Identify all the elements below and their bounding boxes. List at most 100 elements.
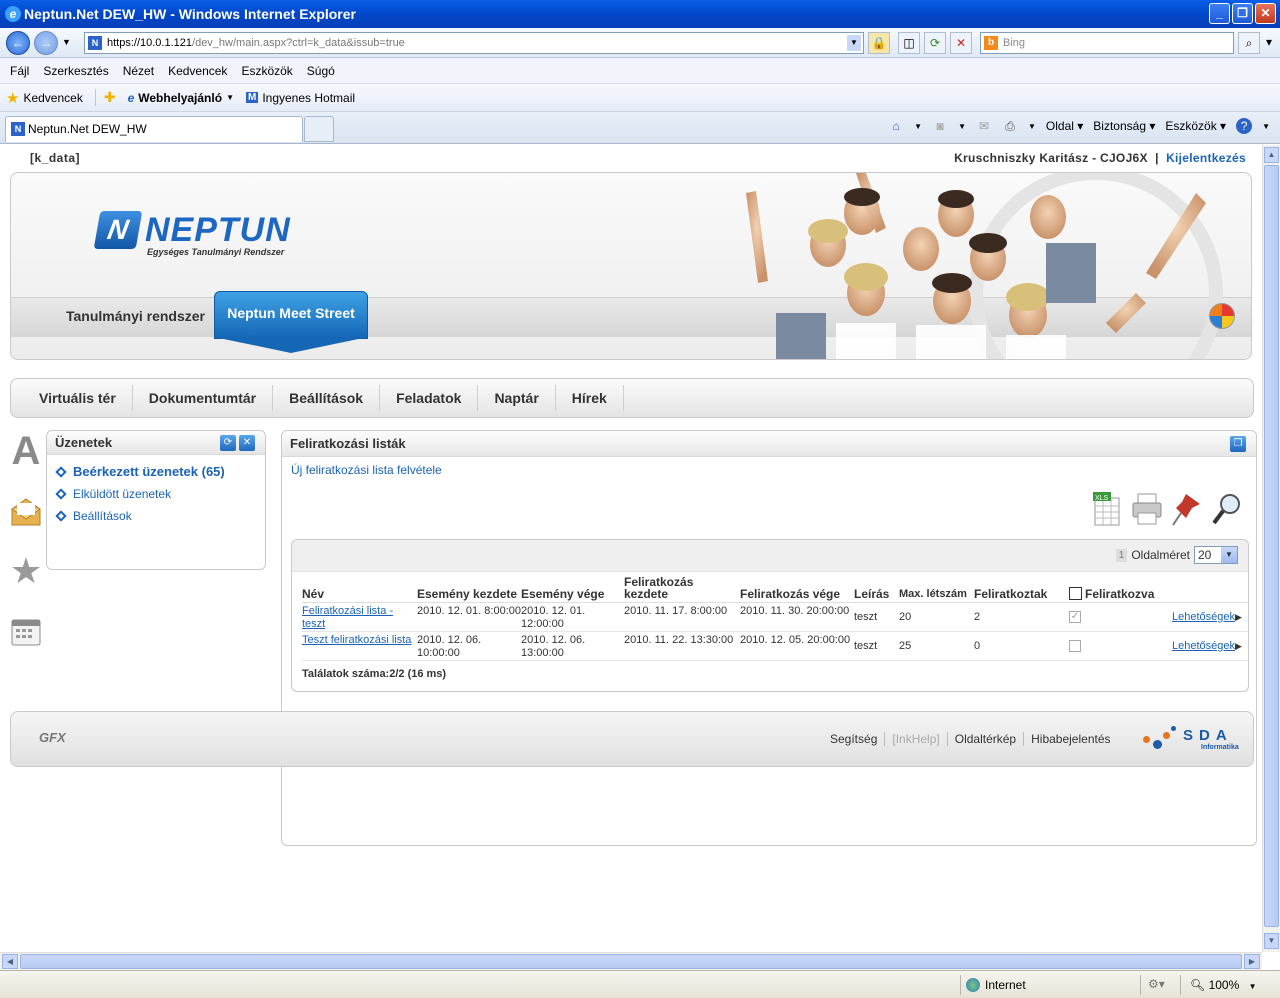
grid-topbar: 1 Oldalméret 20 ▼ (292, 540, 1248, 572)
tab-tanulmanyi-rendszer[interactable]: Tanulmányi rendszer (66, 308, 205, 324)
nav-beallitasok[interactable]: Beállítások (273, 385, 381, 411)
options-link[interactable]: Lehetőségek (1172, 611, 1235, 623)
new-list-link[interactable]: Új feliratkozási lista felvétele (291, 463, 442, 477)
select-all-checkbox[interactable] (1069, 586, 1082, 600)
theme-color-icon[interactable] (1209, 303, 1235, 329)
options-link[interactable]: Lehetőségek (1172, 640, 1235, 652)
nav-virtualis-ter[interactable]: Virtuális tér (25, 385, 133, 411)
feeds-icon[interactable]: ◙ (932, 118, 948, 134)
compatibility-icon[interactable]: ◫ (898, 32, 920, 54)
tab-bar: N Neptun.Net DEW_HW ⌂ ▼ ◙ ▼ ✉ ⎙ ▼ Oldal ▾ B… (0, 112, 1280, 144)
main-navigation: Virtuális tér Dokumentumtár Beállítások … (10, 378, 1254, 418)
search-input[interactable]: b Bing (980, 32, 1234, 54)
zoom-level[interactable]: 🔍︎ 100% ▼ (1190, 978, 1257, 992)
pin-icon[interactable] (1172, 491, 1202, 527)
menu-favorites[interactable]: Kedvencek (168, 64, 227, 78)
tab-neptun-meet-street[interactable]: Neptun Meet Street (214, 291, 368, 355)
scroll-down-icon[interactable]: ▼ (1264, 933, 1279, 949)
col-name[interactable]: Név (302, 572, 417, 603)
add-favorite-button[interactable]: ✚ (94, 89, 116, 106)
inbox-link[interactable]: Beérkezett üzenetek (65) (55, 461, 265, 483)
message-settings-link[interactable]: Beállítások (55, 505, 265, 527)
browser-tab-neptun[interactable]: N Neptun.Net DEW_HW (5, 116, 303, 142)
page-menu[interactable]: Oldal ▾ (1046, 119, 1083, 133)
protected-mode-icon[interactable]: ⚙▾ (1148, 977, 1165, 991)
col-subscribed-count[interactable]: Feliratkoztak (974, 572, 1069, 603)
security-zone[interactable]: Internet (966, 978, 1026, 992)
print-icon[interactable]: ⎙ (1002, 118, 1018, 134)
lock-icon[interactable]: 🔒 (868, 32, 890, 54)
horizontal-scroll-thumb[interactable] (20, 954, 1242, 969)
menu-edit[interactable]: Szerkesztés (43, 64, 108, 78)
stop-icon[interactable]: ✕ (950, 32, 972, 54)
address-bar[interactable]: N https://10.0.1.121/dev_hw/main.aspx?ct… (84, 32, 864, 54)
tools-menu[interactable]: Eszközök ▾ (1165, 119, 1226, 133)
help-icon[interactable]: ? (1236, 118, 1253, 134)
col-sub-end[interactable]: Feliratkozás vége (740, 572, 854, 603)
subscribed-checkbox[interactable]: ✓ (1069, 611, 1081, 624)
home-icon[interactable]: ⌂ (888, 118, 904, 134)
mail-icon[interactable]: ✉ (976, 118, 992, 134)
scroll-up-icon[interactable]: ▲ (1264, 147, 1279, 163)
list-name-link[interactable]: Teszt feliratkozási lista (302, 634, 411, 646)
footer-bugreport-link[interactable]: Hibabejelentés (1023, 732, 1117, 746)
footer-inkhelp-link[interactable]: [InkHelp] (884, 732, 946, 746)
menu-view[interactable]: Nézet (123, 64, 154, 78)
footer-help-link[interactable]: Segítség (823, 732, 884, 746)
page-number[interactable]: 1 (1115, 548, 1128, 562)
menu-file[interactable]: Fájl (10, 64, 29, 78)
history-dropdown-icon[interactable]: ▼ (62, 37, 71, 47)
favorites-button[interactable]: ★ Kedvencek (6, 89, 83, 107)
calendar-icon[interactable] (10, 611, 42, 651)
nav-hirek[interactable]: Hírek (556, 385, 624, 411)
fav-link-hotmail[interactable]: M Ingyenes Hotmail (245, 91, 355, 105)
menu-tools[interactable]: Eszközök (241, 64, 292, 78)
sda-logo: SDA Informatika (1143, 724, 1239, 751)
col-max[interactable]: Max. létszám (899, 572, 974, 603)
table-row[interactable]: Feliratkozási lista - teszt 2010. 12. 01… (302, 602, 1248, 632)
minimize-button[interactable]: _ (1209, 3, 1230, 24)
list-name-link[interactable]: Feliratkozási lista - teszt (302, 605, 393, 630)
close-messages-icon[interactable]: ✕ (239, 435, 255, 451)
nav-naptar[interactable]: Naptár (478, 385, 556, 411)
logout-link[interactable]: Kijelentkezés (1166, 151, 1246, 165)
horizontal-scrollbar[interactable]: ◀ ▶ (0, 952, 1262, 970)
menu-help[interactable]: Súgó (307, 64, 335, 78)
print-grid-icon[interactable] (1132, 491, 1162, 527)
search-options-icon[interactable]: ▾ (1262, 32, 1276, 54)
sent-link[interactable]: Elküldött üzenetek (55, 483, 265, 505)
col-subscribed[interactable]: Feliratkozva (1069, 572, 1172, 603)
back-button[interactable]: ← (6, 31, 30, 55)
fav-link-webhelyajanlo[interactable]: e Webhelyajánló ▼ (128, 91, 234, 105)
forward-button[interactable]: → (34, 31, 58, 55)
vertical-scroll-thumb[interactable] (1264, 165, 1279, 927)
safety-menu[interactable]: Biztonság ▾ (1093, 119, 1155, 133)
nav-feladatok[interactable]: Feladatok (380, 385, 479, 411)
refresh-messages-icon[interactable]: ⟳ (220, 435, 236, 451)
subscribed-checkbox[interactable] (1069, 640, 1081, 653)
refresh-icon[interactable]: ⟳ (924, 32, 946, 54)
subscription-table: Név Esemény kezdete Esemény vége Felirat… (302, 572, 1248, 661)
maximize-button[interactable]: ❐ (1232, 3, 1253, 24)
col-event-start[interactable]: Esemény kezdete (417, 572, 521, 603)
favorites-star-icon[interactable]: ★ (10, 550, 42, 591)
font-size-icon[interactable]: A (10, 429, 42, 473)
col-description[interactable]: Leírás (854, 572, 899, 603)
address-dropdown-icon[interactable]: ▼ (847, 35, 861, 51)
table-row[interactable]: Teszt feliratkozási lista 2010. 12. 06. … (302, 631, 1248, 661)
page-size-select[interactable]: 20 ▼ (1194, 546, 1238, 564)
maximize-panel-icon[interactable]: ❐ (1230, 436, 1246, 452)
col-event-end[interactable]: Esemény vége (521, 572, 624, 603)
search-icon[interactable]: ⌕ (1238, 32, 1260, 54)
scroll-right-icon[interactable]: ▶ (1244, 954, 1260, 969)
nav-dokumentumtar[interactable]: Dokumentumtár (133, 385, 274, 411)
close-button[interactable]: ✕ (1255, 3, 1276, 24)
scroll-left-icon[interactable]: ◀ (2, 954, 18, 969)
footer-sitemap-link[interactable]: Oldaltérkép (946, 732, 1023, 746)
excel-export-icon[interactable]: XLS (1092, 491, 1122, 527)
vertical-scrollbar[interactable]: ▲ ▼ (1262, 145, 1280, 952)
col-sub-start[interactable]: Feliratkozás kezdete (624, 572, 740, 603)
messages-envelope-icon[interactable] (10, 491, 42, 531)
new-tab-button[interactable] (304, 116, 334, 142)
search-grid-icon[interactable] (1212, 491, 1242, 527)
